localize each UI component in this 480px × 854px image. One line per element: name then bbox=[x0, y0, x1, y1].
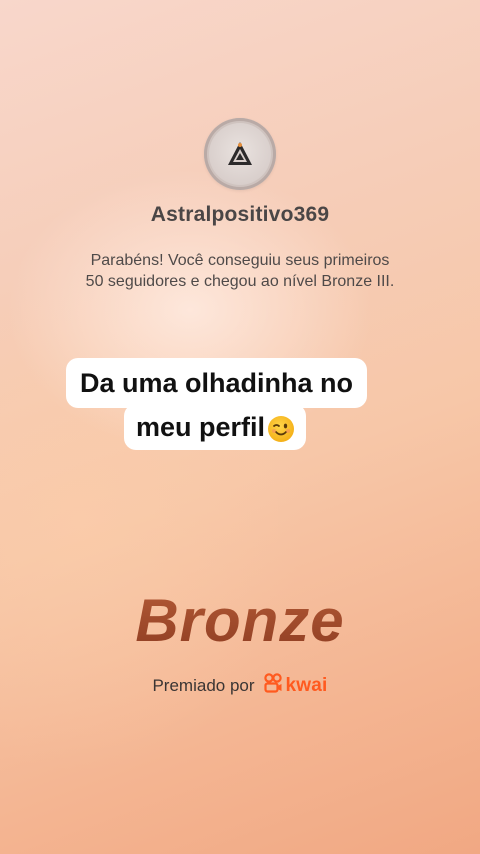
kwai-logo-icon bbox=[263, 673, 283, 698]
astral-logo-icon bbox=[209, 123, 271, 185]
kwai-brand-name: kwai bbox=[285, 674, 328, 696]
awarded-by: Premiado por kwai bbox=[0, 673, 480, 698]
caption-text: Da uma olhadinha no bbox=[80, 368, 354, 398]
winking-face-icon bbox=[268, 416, 295, 442]
awarded-by-label: Premiado por bbox=[152, 675, 255, 695]
level-title: Bronze bbox=[0, 586, 480, 655]
achievement-message: Parabéns! Você conseguiu seus primeiros … bbox=[40, 250, 440, 292]
caption-sticker-line: meu perfil bbox=[124, 404, 307, 450]
message-line: Parabéns! Você conseguiu seus primeiros bbox=[90, 252, 390, 269]
username[interactable]: Astralpositivo369 bbox=[0, 203, 480, 227]
avatar[interactable] bbox=[204, 118, 276, 190]
caption-sticker-line: Da uma olhadinha no bbox=[66, 358, 368, 408]
message-line: 50 seguidores e chegou ao nível Bronze I… bbox=[85, 273, 395, 290]
caption-text: meu perfil bbox=[136, 412, 266, 442]
